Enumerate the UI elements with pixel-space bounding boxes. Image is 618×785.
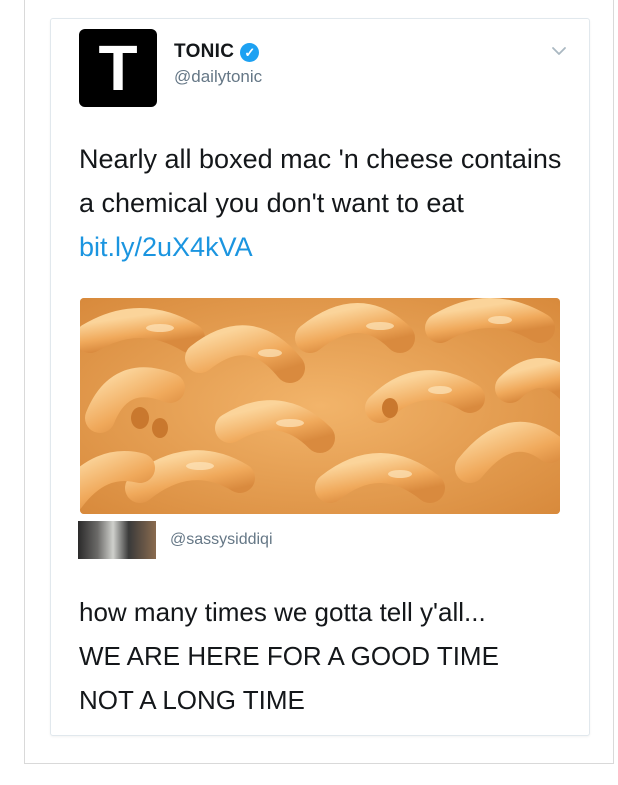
reply-line-3: NOT A LONG TIME — [79, 685, 305, 715]
reply-line-2: WE ARE HERE FOR A GOOD TIME — [79, 641, 499, 671]
reply-text: how many times we gotta tell y'all... WE… — [79, 590, 579, 722]
account-name[interactable]: TONIC — [174, 41, 234, 63]
reply-handle[interactable]: @sassysiddiqi — [170, 531, 273, 549]
tweet-body: Nearly all boxed mac 'n cheese contains … — [79, 144, 562, 218]
chevron-down-icon[interactable] — [549, 41, 569, 61]
reply-author-row: @sassysiddiqi — [78, 521, 273, 559]
mac-and-cheese-photo[interactable] — [80, 298, 560, 514]
tweet-card[interactable]: T TONIC ✓ @dailytonic Nearly all boxed m… — [50, 18, 590, 736]
verified-check-icon: ✓ — [240, 42, 260, 62]
tonic-avatar[interactable]: T — [79, 29, 157, 107]
account-handle[interactable]: @dailytonic — [174, 67, 262, 87]
reply-avatar[interactable] — [78, 521, 156, 559]
tweet-link[interactable]: bit.ly/2uX4kVA — [79, 232, 253, 262]
account-name-row: TONIC ✓ — [174, 41, 260, 63]
tweet-text: Nearly all boxed mac 'n cheese contains … — [79, 137, 579, 269]
reply-line-1: how many times we gotta tell y'all... — [79, 597, 486, 627]
